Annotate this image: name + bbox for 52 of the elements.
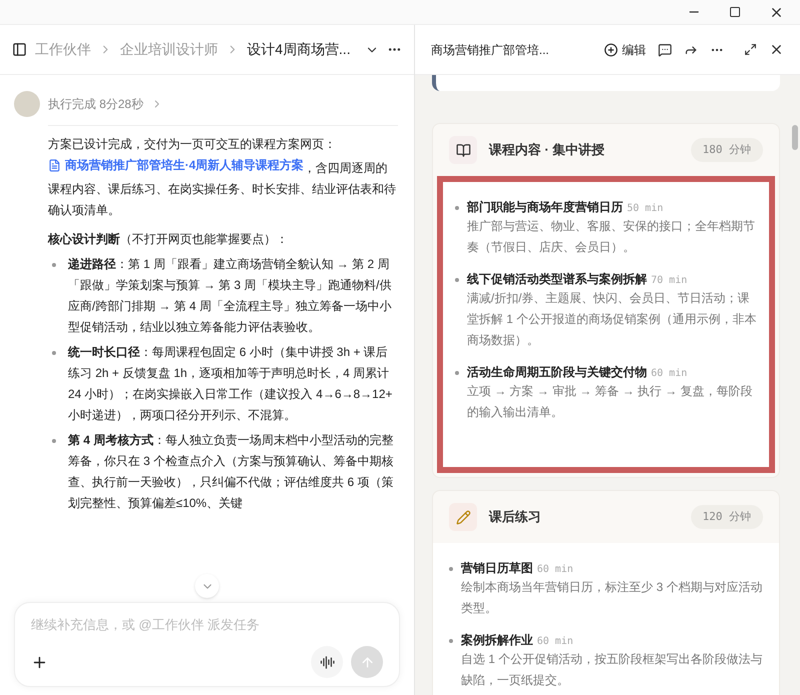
item-description: 自选 1 个公开促销活动，按五阶段框架写出各阶段做法与缺陷，一页纸提交。 — [461, 651, 763, 689]
bullet-text: 第 4 周考核方式：每人独立负责一场周末档中小型活动的完整筹备，你只在 3 个检查点介入（方案与预算确认、筹备中期核查、执行前一天验收），只纠偏不代做；评估维度共 6 项（策划完整性、预算偏差≤10%、关键 — [68, 432, 394, 512]
item-title: 活动生命周期五阶段与关键交付物 — [467, 364, 647, 381]
bullet — [52, 439, 56, 443]
item-title: 营销日历草图 — [461, 560, 533, 577]
item-description: 绘制本商场当年营销日历，标注至少 3 个档期与对应活动类型。 — [461, 579, 763, 617]
pencil-icon — [449, 503, 477, 531]
bullet — [449, 567, 453, 571]
book-icon — [449, 136, 477, 164]
expand-icon[interactable] — [744, 43, 757, 56]
duration-text: 70 min — [651, 274, 688, 288]
bullet-text: 递进路径：第 1 周「跟看」建立商场营销全貌认知 → 第 2 周「跟做」学策划案与预算 → 第 3 周「模块主导」跑通物料/供应商/跨部门排期 → 第 4 周「全流程主导」独立筹备一场中小型促销活动，结业以独立筹备能力评估表验收。 — [68, 256, 392, 336]
message-field[interactable]: 继续补充信息，或 @工作伙伴 派发任务 — [31, 615, 383, 634]
bullet-text: 统一时长口径：每周课程包固定 6 小时（集中讲授 3h + 课后练习 2h + 反馈复盘 1h，逐项相加等于声明总时长，4 周累计 24 小时）；在岗实操嵌入日常工作（建议投入 4→6→8→12+ 小时递进），两项口径分开列示、不混算。 — [68, 344, 394, 424]
conversation-title: 设计4周商场营... — [247, 40, 350, 59]
section-title: 课程内容 · 集中讲授 — [489, 141, 605, 160]
avatar — [14, 91, 40, 117]
duration-badge: 180 分钟 — [690, 138, 763, 162]
duration-text: 60 min — [537, 563, 574, 577]
document-link[interactable]: 商场营销推广部管培生·4周新人辅导课程方案 — [48, 155, 304, 176]
status-text[interactable]: 执行完成 8分28秒 — [48, 95, 144, 113]
item-description: 推广部与营运、物业、客服、安保的接口；全年档期节奏（节假日、店庆、会员日）。 — [467, 218, 756, 256]
comment-icon[interactable] — [658, 42, 672, 56]
item-title: 部门职能与商场年度营销日历 — [467, 199, 623, 216]
document-icon — [48, 159, 61, 172]
bullet — [449, 639, 453, 643]
intro-paragraph: 方案已设计完成，交付为一页可交互的课程方案网页： 商场营销推广部管培生·4周新人辅导课程方案，含四周逐周的课程内容、课后练习、在岗实操任务、时长安排、结业评估表和待确认项清单。 — [48, 136, 397, 219]
duration-text: 60 min — [537, 635, 574, 649]
sidebar-toggle-icon[interactable] — [12, 42, 27, 57]
breadcrumb-link[interactable]: 工作伙伴 — [35, 39, 91, 60]
maximize-icon[interactable] — [729, 6, 741, 18]
duration-text: 50 min — [627, 202, 664, 216]
bullet — [52, 263, 56, 267]
close-icon[interactable] — [769, 42, 784, 57]
bullet — [52, 351, 56, 355]
edit-button[interactable]: 编辑 — [604, 40, 646, 58]
section-title: 课后练习 — [489, 508, 541, 526]
item-description: 立项 → 方案 → 审批 → 筹备 → 执行 → 复盘，每阶段的输入输出清单。 — [467, 383, 754, 421]
panel-title: 商场营销推广部管培... — [431, 42, 550, 58]
bullet — [455, 371, 459, 375]
section-heading: 核心设计判断（不打开网页也能掌握要点）： — [48, 231, 289, 248]
item-description: 满减/折扣/券、主题展、快闪、会员日、节日活动；课堂拆解 1 个公开报道的商场促销案例（通用示例，非本商场数据）。 — [467, 290, 757, 349]
breadcrumb-link[interactable]: 企业培训设计师 — [120, 39, 218, 60]
voice-button[interactable] — [311, 646, 343, 678]
item-title: 案例拆解作业 — [461, 632, 533, 649]
duration-text: 60 min — [651, 367, 688, 381]
waveform-icon — [320, 654, 334, 670]
item-title: 线下促销活动类型谱系与案例拆解 — [467, 271, 647, 288]
bullet — [455, 278, 459, 282]
bullet — [455, 206, 459, 210]
duration-badge: 120 分钟 — [690, 504, 763, 530]
plus-circle-icon — [604, 42, 618, 56]
